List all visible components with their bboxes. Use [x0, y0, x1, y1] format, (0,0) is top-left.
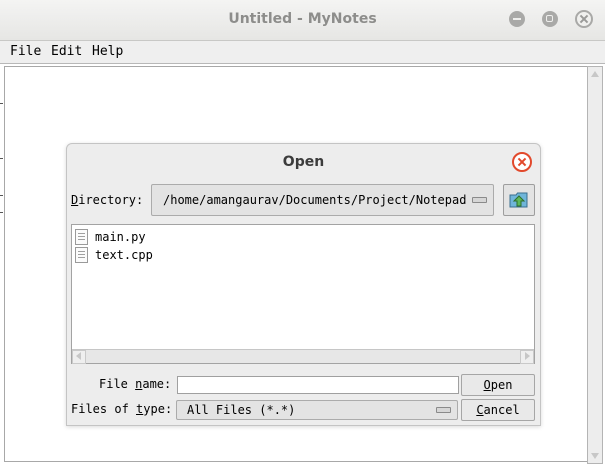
editor-vertical-scrollbar[interactable] — [587, 66, 603, 464]
directory-combobox[interactable]: /home/amangaurav/Documents/Project/Notep… — [151, 184, 494, 216]
file-type-label-pre: Files of — [71, 402, 137, 416]
file-type-value: All Files (*.*) — [187, 403, 296, 417]
dialog-title: Open — [282, 154, 325, 170]
edge-artifact — [0, 158, 3, 159]
minimize-icon[interactable] — [509, 11, 525, 27]
file-type-combobox[interactable]: All Files (*.*) — [176, 400, 458, 420]
file-list-horizontal-scrollbar[interactable] — [72, 349, 534, 364]
combo-dropdown-icon[interactable] — [436, 407, 451, 413]
scroll-right-arrow-icon — [525, 352, 530, 360]
menubar: File Edit Help — [0, 41, 605, 64]
directory-path: /home/amangaurav/Documents/Project/Notep… — [163, 193, 467, 207]
file-name: text.cpp — [95, 248, 153, 262]
file-type-label: Files of type: — [71, 402, 172, 416]
directory-label: Directory: — [71, 193, 143, 207]
directory-label-text: irectory: — [78, 193, 144, 207]
cancel-button[interactable]: Cancel — [461, 399, 535, 421]
file-name-label-post: ame: — [142, 377, 172, 391]
file-name-label: File name: — [99, 377, 171, 391]
open-file-dialog: Open Directory: /home/amangaurav/Documen… — [66, 143, 541, 426]
menu-edit[interactable]: Edit — [51, 44, 82, 59]
file-name-label-pre: File — [99, 377, 136, 391]
up-folder-icon — [509, 192, 528, 208]
parent-folder-button[interactable] — [503, 184, 535, 216]
maximize-icon[interactable] — [542, 11, 558, 27]
dialog-close-icon[interactable] — [512, 152, 532, 172]
menu-file[interactable]: File — [10, 44, 41, 59]
cancel-button-mnemonic: C — [476, 403, 484, 417]
file-type-label-post: ype: — [143, 402, 173, 416]
close-icon[interactable] — [575, 10, 593, 28]
menu-help[interactable]: Help — [92, 44, 123, 59]
scroll-up-arrow-icon[interactable] — [591, 71, 599, 77]
cancel-button-label: ancel — [483, 403, 520, 417]
edge-artifact — [0, 195, 3, 196]
file-icon — [75, 229, 88, 245]
file-list[interactable]: main.py text.cpp — [71, 224, 535, 364]
open-button-mnemonic: O — [483, 378, 491, 392]
combo-dropdown-icon[interactable] — [472, 197, 487, 203]
scroll-down-arrow-icon[interactable] — [591, 453, 599, 459]
file-name-input[interactable] — [177, 376, 459, 394]
open-button-label: pen — [490, 378, 513, 392]
file-icon — [75, 247, 88, 263]
scroll-left-arrow-icon — [76, 352, 81, 360]
open-button[interactable]: Open — [461, 374, 535, 396]
file-name: main.py — [95, 230, 146, 244]
window-titlebar: Untitled - MyNotes — [0, 0, 605, 41]
edge-artifact — [0, 103, 3, 104]
edge-artifact — [0, 212, 3, 213]
